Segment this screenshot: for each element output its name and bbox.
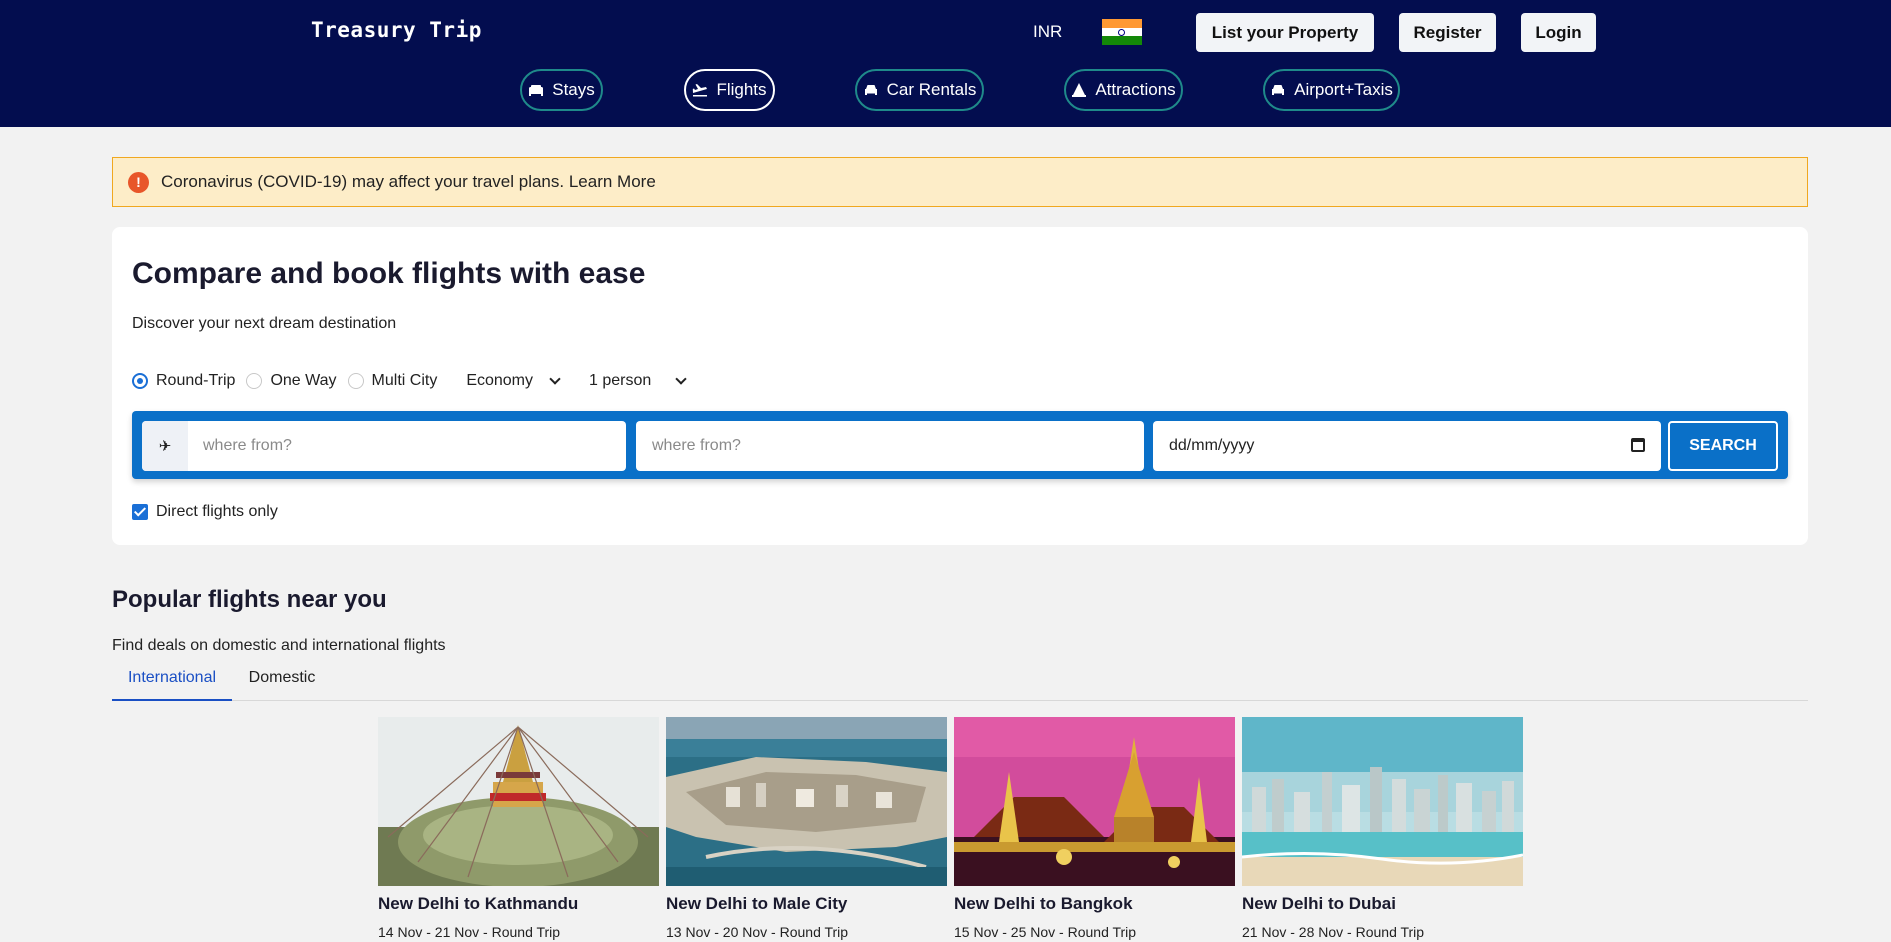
search-subtitle: Discover your next dream destination [132, 315, 397, 332]
from-field[interactable]: ✈ [142, 421, 626, 471]
radio-round-trip[interactable]: Round-Trip [132, 372, 235, 390]
tab-airport-taxis[interactable]: Airport+Taxis [1263, 69, 1400, 111]
destination-card[interactable]: New Delhi to Kathmandu 14 Nov - 21 Nov -… [378, 717, 659, 940]
radio-label: Multi City [371, 372, 438, 389]
radio-label: One Way [270, 372, 337, 389]
tab-label: Stays [552, 80, 595, 99]
destination-dates: 13 Nov - 20 Nov - Round Trip [666, 924, 849, 940]
date-input[interactable]: dd/mm/yyyy [1169, 437, 1254, 455]
destination-card[interactable]: New Delhi to Dubai 21 Nov - 28 Nov - Rou… [1242, 717, 1523, 940]
island-city-image[interactable] [666, 717, 947, 886]
plane-icon: ✈ [142, 421, 188, 471]
car-icon [864, 85, 877, 95]
tab-label: Flights [716, 80, 767, 99]
chevron-down-icon [675, 373, 687, 385]
destination-title[interactable]: New Delhi to Dubai [1242, 894, 1523, 914]
temple-image[interactable] [954, 717, 1235, 886]
tab-label: Attractions [1095, 80, 1176, 99]
chevron-down-icon [549, 373, 561, 385]
register-button[interactable]: Register [1399, 13, 1496, 52]
radio-multi-city[interactable]: Multi City [347, 372, 438, 390]
from-input[interactable] [203, 421, 613, 471]
search-title: Compare and book flights with ease [132, 257, 646, 290]
plane-icon [693, 84, 708, 97]
tab-international[interactable]: International [112, 665, 232, 701]
checkbox-label: Direct flights only [156, 503, 278, 520]
radio-button[interactable] [246, 373, 263, 389]
exclamation-icon: ! [128, 171, 149, 193]
radio-button[interactable] [347, 373, 364, 389]
cabin-class-select[interactable]: Economy [466, 372, 561, 390]
search-bar: ✈ dd/mm/yyyy SEARCH [132, 411, 1788, 479]
destination-title[interactable]: New Delhi to Bangkok [954, 894, 1235, 914]
radio-one-way[interactable]: One Way [246, 372, 337, 390]
tab-car-rentals[interactable]: Car Rentals [855, 69, 984, 111]
skyline-image[interactable] [1242, 717, 1523, 886]
date-field[interactable]: dd/mm/yyyy [1153, 421, 1661, 471]
top-header: Treasury Trip INR List your Property Reg… [0, 0, 1891, 127]
taxi-icon [1272, 85, 1285, 95]
search-button[interactable]: SEARCH [1668, 421, 1778, 471]
direct-flights-option[interactable]: Direct flights only [132, 503, 278, 521]
direct-flights-checkbox[interactable] [132, 504, 148, 520]
radio-button-checked[interactable] [132, 373, 148, 389]
to-input[interactable] [652, 421, 1132, 471]
stupa-image[interactable] [378, 717, 659, 886]
passengers-select[interactable]: 1 person [589, 372, 687, 390]
destination-dates: 15 Nov - 25 Nov - Round Trip [954, 924, 1137, 940]
alert-text[interactable]: Coronavirus (COVID-19) may affect your t… [161, 172, 656, 192]
radio-label: Round-Trip [156, 372, 236, 389]
currency-selector[interactable]: INR [1033, 22, 1062, 42]
select-value: Economy [466, 372, 534, 389]
tab-attractions[interactable]: Attractions [1064, 69, 1183, 111]
destination-dates: 21 Nov - 28 Nov - Round Trip [1242, 924, 1425, 940]
tab-label: Airport+Taxis [1294, 80, 1393, 99]
popular-tabs: International Domestic [112, 665, 1808, 701]
to-field[interactable] [636, 421, 1144, 471]
popular-subtitle: Find deals on domestic and international… [112, 637, 446, 654]
tab-domestic[interactable]: Domestic [232, 665, 332, 701]
flight-search-card: Compare and book flights with ease Disco… [112, 227, 1808, 545]
destination-dates: 14 Nov - 21 Nov - Round Trip [378, 924, 561, 940]
destination-card[interactable]: New Delhi to Bangkok 15 Nov - 25 Nov - R… [954, 717, 1235, 940]
tab-label: Car Rentals [886, 80, 977, 99]
tab-flights[interactable]: Flights [684, 69, 775, 111]
destination-title[interactable]: New Delhi to Kathmandu [378, 894, 659, 914]
attractions-icon [1072, 83, 1087, 97]
destination-title[interactable]: New Delhi to Male City [666, 894, 947, 914]
calendar-icon[interactable] [1631, 438, 1645, 452]
popular-title: Popular flights near you [112, 586, 387, 613]
list-property-button[interactable]: List your Property [1196, 13, 1374, 52]
login-button[interactable]: Login [1521, 13, 1596, 52]
bed-icon [529, 85, 544, 96]
covid-alert-banner: ! Coronavirus (COVID-19) may affect your… [112, 157, 1808, 207]
india-flag-icon[interactable] [1102, 19, 1142, 45]
brand-logo[interactable]: Treasury Trip [311, 18, 482, 42]
destination-card[interactable]: New Delhi to Male City 13 Nov - 20 Nov -… [666, 717, 947, 940]
select-value: 1 person [589, 372, 652, 389]
trip-options: Round-Trip One Way Multi City Economy 1 … [132, 369, 695, 393]
tab-stays[interactable]: Stays [520, 69, 603, 111]
